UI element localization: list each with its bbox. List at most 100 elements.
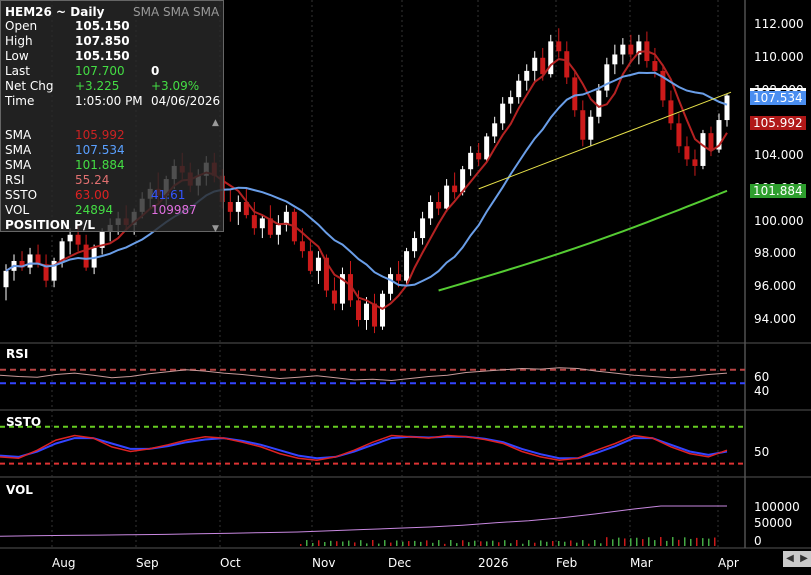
volume-bar	[618, 537, 620, 546]
row-value: 107.700	[75, 64, 125, 78]
volume-bar	[684, 537, 686, 546]
candle-body	[404, 251, 410, 281]
candle-body	[516, 80, 522, 98]
volume-bar	[540, 540, 542, 546]
volume-bar	[480, 541, 482, 546]
time-axis-tick: Oct	[220, 556, 241, 570]
indicator-value: 63.00	[75, 188, 110, 202]
volume-bar	[468, 542, 470, 546]
volume-bar	[606, 537, 608, 546]
sma-header: SMA SMA SMA	[133, 5, 220, 19]
indicator-label: SMA	[5, 158, 32, 172]
volume-bar	[696, 537, 698, 546]
chart-window[interactable]: HEM26 ~ Daily SMA SMA SMA Open 105.150 Hig…	[0, 0, 811, 575]
indicator-row: VOL 24894 109987	[5, 203, 197, 218]
data-window-row: Net Chg +3.225 +3.09%	[5, 79, 199, 94]
indicator-row: SMA 107.534	[5, 143, 125, 158]
volume-bar	[372, 540, 374, 546]
volume-bar	[342, 541, 344, 546]
row-value: 1:05:00 PM	[75, 94, 143, 108]
candle-body	[436, 202, 442, 209]
volume-bar	[498, 542, 500, 546]
volume-bar	[612, 539, 614, 546]
ssto-d-line	[0, 435, 728, 460]
volume-bar	[582, 540, 584, 546]
expand-icon[interactable]: ▼	[212, 222, 219, 237]
candle-body	[604, 64, 610, 91]
candle-body	[588, 116, 594, 140]
candle-body	[620, 44, 626, 55]
indicator-row: SMA 105.992	[5, 128, 125, 143]
open-interest-line	[0, 505, 727, 537]
volume-bar	[636, 537, 638, 546]
row-label: High	[5, 34, 33, 48]
scroll-left-button[interactable]: ◀	[783, 551, 797, 567]
ssto-panel-label: SSTO	[6, 415, 42, 429]
candle-body	[540, 57, 546, 75]
row-label: Net Chg	[5, 79, 54, 93]
candle-body	[372, 303, 378, 327]
candle-body	[275, 224, 281, 235]
row-label: Open	[5, 19, 38, 33]
volume-bar	[708, 538, 710, 546]
price-axis-tick: 110.000	[754, 49, 804, 64]
row-value: +3.225	[75, 79, 120, 93]
volume-bar	[642, 539, 644, 546]
vol-axis-tick: 0	[754, 534, 762, 548]
volume-bar	[594, 540, 596, 546]
volume-bar	[354, 542, 356, 546]
time-axis-tick: Nov	[312, 556, 336, 570]
candle-body	[692, 159, 698, 166]
candle-body	[508, 97, 514, 104]
price-axis-tick: 100.000	[754, 213, 804, 228]
collapse-icon[interactable]: ▲	[212, 116, 219, 131]
candle-body	[668, 100, 674, 124]
trendline	[478, 91, 732, 190]
data-window-row: Time 1:05:00 PM 04/06/2026	[5, 94, 220, 109]
indicator-label: SMA	[5, 143, 32, 157]
candle-body	[364, 303, 369, 320]
candle-body	[572, 77, 578, 111]
indicator-label: SMA	[5, 128, 32, 142]
candle-body	[428, 202, 434, 219]
volume-bar	[630, 538, 632, 546]
volume-bar	[312, 542, 314, 546]
volume-bar	[660, 537, 662, 546]
candle-body	[548, 41, 554, 75]
volume-bar	[402, 541, 404, 546]
candle-body	[420, 218, 426, 239]
candle-body	[684, 146, 690, 160]
row-label: Low	[5, 49, 29, 63]
candle-body	[444, 185, 450, 209]
candle-body	[27, 254, 33, 268]
volume-bar	[348, 540, 350, 546]
price-axis-tick: 98.000	[754, 246, 796, 261]
time-axis-tick: Apr	[718, 556, 739, 570]
candle-body	[83, 244, 89, 268]
candle-body	[524, 70, 530, 81]
rsi-axis-tick: 40	[754, 384, 770, 398]
rsi-panel-label: RSI	[6, 347, 29, 361]
volume-bar	[492, 540, 494, 546]
volume-bar	[318, 540, 320, 546]
volume-bar	[534, 542, 536, 546]
row-value-secondary: 0	[151, 64, 160, 78]
row-value: 107.850	[75, 34, 130, 48]
candle-body	[580, 110, 586, 140]
candle-body	[299, 241, 305, 252]
volume-bar	[714, 537, 716, 546]
time-axis-tick: Mar	[630, 556, 653, 570]
volume-bar	[366, 543, 368, 546]
volume-bar	[528, 540, 530, 546]
volume-bar	[558, 541, 560, 546]
scroll-right-button[interactable]: ▶	[797, 551, 811, 567]
candle-body	[652, 61, 658, 71]
candle-body	[307, 251, 313, 271]
indicator-row: RSI 55.24	[5, 173, 109, 188]
position-pl-label: POSITION P/L	[5, 218, 95, 232]
price-axis-tick: 112.000	[754, 17, 804, 31]
candle-body	[700, 133, 706, 166]
candle-body	[724, 95, 730, 121]
volume-bar	[552, 540, 554, 546]
price-tag: 101.884	[750, 183, 806, 198]
